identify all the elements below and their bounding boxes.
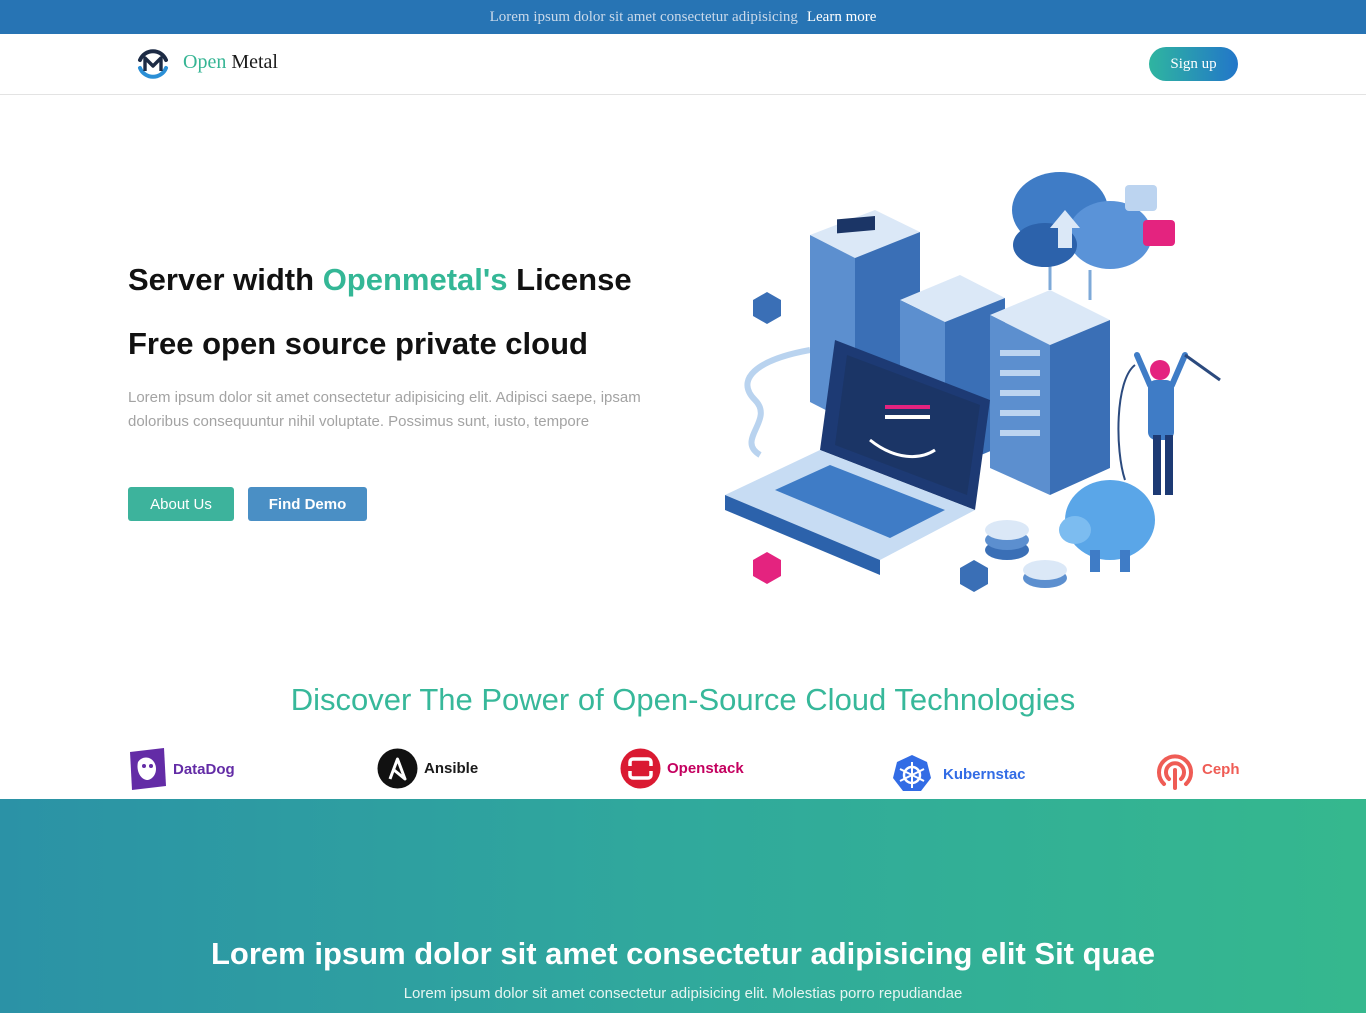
cta-title: Lorem ipsum dolor sit amet consectetur a… <box>211 936 1155 971</box>
tech-item-ceph[interactable]: Ceph <box>1154 748 1240 790</box>
piggy-bank-illustration <box>1059 480 1155 572</box>
openstack-icon <box>620 748 661 789</box>
discover-heading: Discover The Power of Open-Source Cloud … <box>290 682 1076 717</box>
ceph-icon <box>1157 754 1193 790</box>
hero-title-accent: Openmetal's <box>322 262 508 297</box>
announcement-bar: Lorem ipsum dolor sit amet consectetur a… <box>0 0 1366 34</box>
person-illustration <box>1134 352 1221 495</box>
tech-item-openstack[interactable]: Openstack <box>620 748 744 789</box>
tech-item-datadog[interactable]: DataDog <box>128 748 235 790</box>
hero-title-suffix: License <box>516 262 632 297</box>
brand-part-open: Open <box>183 51 227 73</box>
chat-bubble-icon <box>1125 185 1157 211</box>
coins-illustration <box>985 520 1067 588</box>
cta-section: Lorem ipsum dolor sit amet consectetur a… <box>0 799 1366 1013</box>
kubernetes-icon <box>893 755 931 791</box>
hero-subtitle: Free open source private cloud <box>128 326 588 361</box>
about-us-button[interactable]: About Us <box>128 487 234 521</box>
ansible-icon <box>377 748 418 789</box>
tech-label: Ansible <box>424 760 479 777</box>
cube-decoration <box>960 560 988 592</box>
chat-bubble-icon <box>1143 220 1175 246</box>
server-cloud-illustration <box>725 172 1221 592</box>
learn-more-link[interactable]: Learn more <box>807 9 877 26</box>
tech-label: DataDog <box>173 760 235 778</box>
announcement-message: Lorem ipsum dolor sit amet consectetur a… <box>489 8 798 25</box>
openmetal-logo-icon[interactable] <box>135 46 171 82</box>
hero-title: Server width Openmetal's License <box>128 262 632 298</box>
tech-item-kubernetes[interactable]: Kubernstac <box>892 754 1026 794</box>
tech-label: Openstack <box>667 760 744 777</box>
find-demo-button[interactable]: Find Demo <box>248 487 367 521</box>
tech-label: Ceph <box>1202 760 1240 778</box>
cube-decoration <box>753 552 781 584</box>
hero-title-prefix: Server width <box>128 262 315 297</box>
cable <box>744 347 811 458</box>
tech-label: Kubernstac <box>943 765 1026 783</box>
navbar: Open Metal Sign up <box>0 34 1366 95</box>
cube-decoration <box>753 292 781 324</box>
cable <box>1117 364 1136 481</box>
brand-name[interactable]: Open Metal <box>183 51 278 74</box>
datadog-icon <box>130 748 166 790</box>
hero-description: Lorem ipsum dolor sit amet consectetur a… <box>128 389 641 430</box>
cta-subtitle: Lorem ipsum dolor sit amet consectetur a… <box>403 985 963 1002</box>
tech-item-ansible[interactable]: Ansible <box>377 748 478 789</box>
signup-button[interactable]: Sign up <box>1149 47 1238 81</box>
brand-part-metal: Metal <box>231 51 278 73</box>
server-rack-right <box>990 290 1110 495</box>
